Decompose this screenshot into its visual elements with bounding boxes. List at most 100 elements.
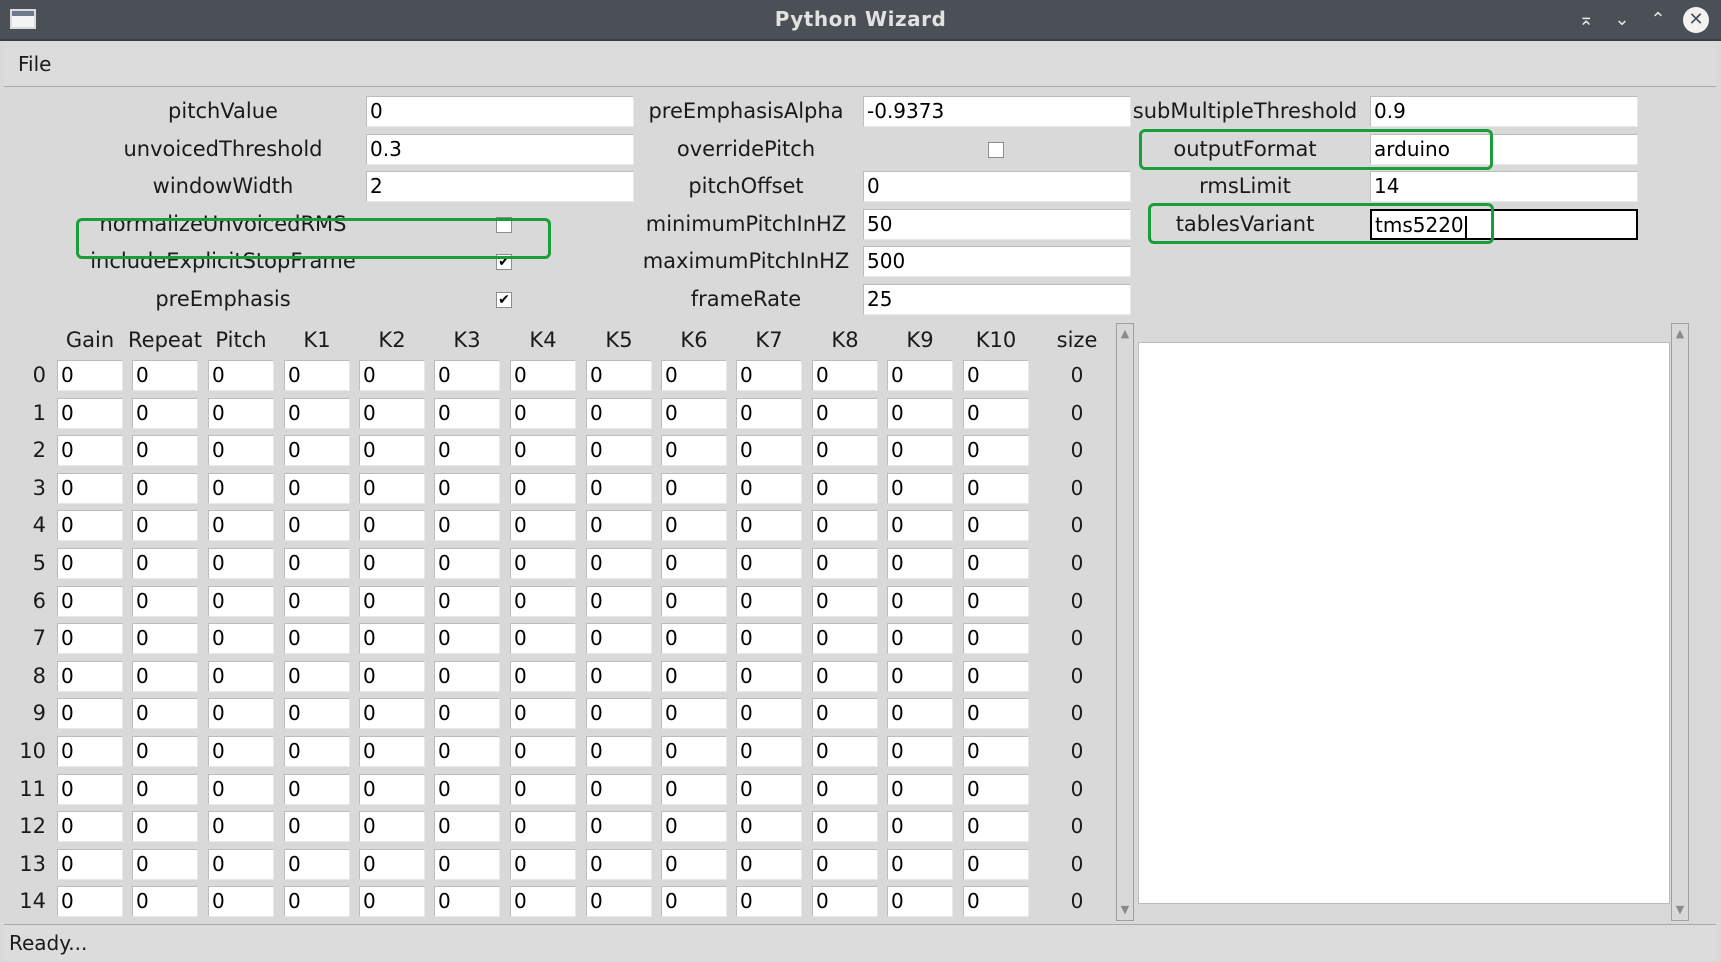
title-bar[interactable]: Python Wizard ⌅ ⌄ ⌃ ✕ (0, 0, 1721, 41)
table-cell-k2[interactable]: 0 (359, 435, 425, 467)
table-cell-k3[interactable]: 0 (434, 660, 500, 692)
table-cell-k3[interactable]: 0 (434, 773, 500, 805)
table-cell-k7[interactable]: 0 (736, 623, 802, 655)
table-cell-k5[interactable]: 0 (586, 360, 652, 391)
table-cell-k6[interactable]: 0 (661, 397, 727, 429)
table-cell-repeat[interactable]: 0 (132, 585, 198, 617)
table-cell-k7[interactable]: 0 (736, 435, 802, 467)
table-cell-k9[interactable]: 0 (887, 698, 953, 730)
table-cell-k8[interactable]: 0 (812, 698, 878, 730)
table-cell-k7[interactable]: 0 (736, 773, 802, 805)
table-cell-repeat[interactable]: 0 (132, 548, 198, 579)
table-cell-pitch[interactable]: 0 (208, 698, 274, 730)
table-cell-k2[interactable]: 0 (359, 472, 425, 504)
table-cell-k4[interactable]: 0 (510, 585, 576, 617)
table-cell-k9[interactable]: 0 (887, 472, 953, 504)
table-cell-gain[interactable]: 0 (57, 736, 123, 767)
table-cell-pitch[interactable]: 0 (208, 848, 274, 880)
table-cell-k4[interactable]: 0 (510, 848, 576, 880)
table-cell-k8[interactable]: 0 (812, 848, 878, 880)
table-cell-gain[interactable]: 0 (57, 848, 123, 880)
table-cell-k9[interactable]: 0 (887, 548, 953, 579)
table-cell-k8[interactable]: 0 (812, 736, 878, 767)
table-cell-k9[interactable]: 0 (887, 510, 953, 542)
window-width-field[interactable]: 2 (366, 171, 634, 202)
table-cell-gain[interactable]: 0 (57, 886, 123, 918)
table-cell-k2[interactable]: 0 (359, 360, 425, 391)
table-cell-k10[interactable]: 0 (963, 623, 1029, 655)
table-cell-k6[interactable]: 0 (661, 811, 727, 843)
table-cell-k1[interactable]: 0 (284, 698, 350, 730)
table-scrollbar[interactable]: ▲ ▼ (1116, 323, 1134, 921)
table-cell-k1[interactable]: 0 (284, 623, 350, 655)
table-cell-k5[interactable]: 0 (586, 660, 652, 692)
table-cell-k3[interactable]: 0 (434, 623, 500, 655)
table-cell-k3[interactable]: 0 (434, 886, 500, 918)
table-cell-k6[interactable]: 0 (661, 360, 727, 391)
table-cell-k5[interactable]: 0 (586, 435, 652, 467)
table-cell-k7[interactable]: 0 (736, 811, 802, 843)
table-cell-k8[interactable]: 0 (812, 472, 878, 504)
pitch-offset-field[interactable]: 0 (863, 171, 1131, 202)
table-cell-pitch[interactable]: 0 (208, 886, 274, 918)
table-cell-k1[interactable]: 0 (284, 360, 350, 391)
table-cell-k3[interactable]: 0 (434, 811, 500, 843)
pre-emphasis-checkbox[interactable]: ✔ (496, 292, 512, 308)
table-cell-k9[interactable]: 0 (887, 397, 953, 429)
table-cell-k9[interactable]: 0 (887, 811, 953, 843)
table-cell-repeat[interactable]: 0 (132, 397, 198, 429)
table-cell-k3[interactable]: 0 (434, 397, 500, 429)
table-cell-k7[interactable]: 0 (736, 472, 802, 504)
table-cell-k6[interactable]: 0 (661, 660, 727, 692)
table-cell-pitch[interactable]: 0 (208, 435, 274, 467)
table-cell-k7[interactable]: 0 (736, 736, 802, 767)
sub-multiple-threshold-field[interactable]: 0.9 (1370, 96, 1638, 127)
table-cell-k4[interactable]: 0 (510, 548, 576, 579)
table-cell-k4[interactable]: 0 (510, 623, 576, 655)
table-cell-k9[interactable]: 0 (887, 773, 953, 805)
table-cell-pitch[interactable]: 0 (208, 472, 274, 504)
table-cell-k6[interactable]: 0 (661, 886, 727, 918)
table-cell-gain[interactable]: 0 (57, 397, 123, 429)
table-cell-k8[interactable]: 0 (812, 397, 878, 429)
table-cell-k7[interactable]: 0 (736, 360, 802, 391)
table-cell-k3[interactable]: 0 (434, 510, 500, 542)
table-cell-k10[interactable]: 0 (963, 736, 1029, 767)
table-cell-k5[interactable]: 0 (586, 510, 652, 542)
table-cell-k10[interactable]: 0 (963, 510, 1029, 542)
table-cell-pitch[interactable]: 0 (208, 548, 274, 579)
table-cell-k1[interactable]: 0 (284, 660, 350, 692)
table-cell-pitch[interactable]: 0 (208, 397, 274, 429)
table-cell-k9[interactable]: 0 (887, 736, 953, 767)
table-cell-k6[interactable]: 0 (661, 472, 727, 504)
table-cell-gain[interactable]: 0 (57, 360, 123, 391)
table-cell-gain[interactable]: 0 (57, 623, 123, 655)
table-cell-k8[interactable]: 0 (812, 623, 878, 655)
table-cell-k7[interactable]: 0 (736, 548, 802, 579)
table-cell-k2[interactable]: 0 (359, 886, 425, 918)
frame-rate-field[interactable]: 25 (863, 284, 1131, 315)
table-cell-k4[interactable]: 0 (510, 698, 576, 730)
table-cell-k9[interactable]: 0 (887, 360, 953, 391)
table-cell-k2[interactable]: 0 (359, 397, 425, 429)
table-cell-k9[interactable]: 0 (887, 848, 953, 880)
table-cell-k8[interactable]: 0 (812, 435, 878, 467)
scroll-down-icon[interactable]: ▼ (1672, 902, 1688, 918)
table-cell-k6[interactable]: 0 (661, 623, 727, 655)
table-cell-repeat[interactable]: 0 (132, 886, 198, 918)
table-cell-k4[interactable]: 0 (510, 397, 576, 429)
table-cell-pitch[interactable]: 0 (208, 660, 274, 692)
table-cell-k1[interactable]: 0 (284, 886, 350, 918)
rms-limit-field[interactable]: 14 (1370, 171, 1638, 202)
table-cell-repeat[interactable]: 0 (132, 623, 198, 655)
menu-file[interactable]: File (18, 52, 51, 76)
table-cell-k1[interactable]: 0 (284, 397, 350, 429)
table-cell-repeat[interactable]: 0 (132, 698, 198, 730)
table-cell-k9[interactable]: 0 (887, 623, 953, 655)
table-cell-k5[interactable]: 0 (586, 585, 652, 617)
table-cell-k1[interactable]: 0 (284, 548, 350, 579)
table-cell-k3[interactable]: 0 (434, 472, 500, 504)
maximize-icon[interactable]: ⌃ (1645, 7, 1671, 33)
table-cell-k8[interactable]: 0 (812, 811, 878, 843)
table-cell-k7[interactable]: 0 (736, 660, 802, 692)
